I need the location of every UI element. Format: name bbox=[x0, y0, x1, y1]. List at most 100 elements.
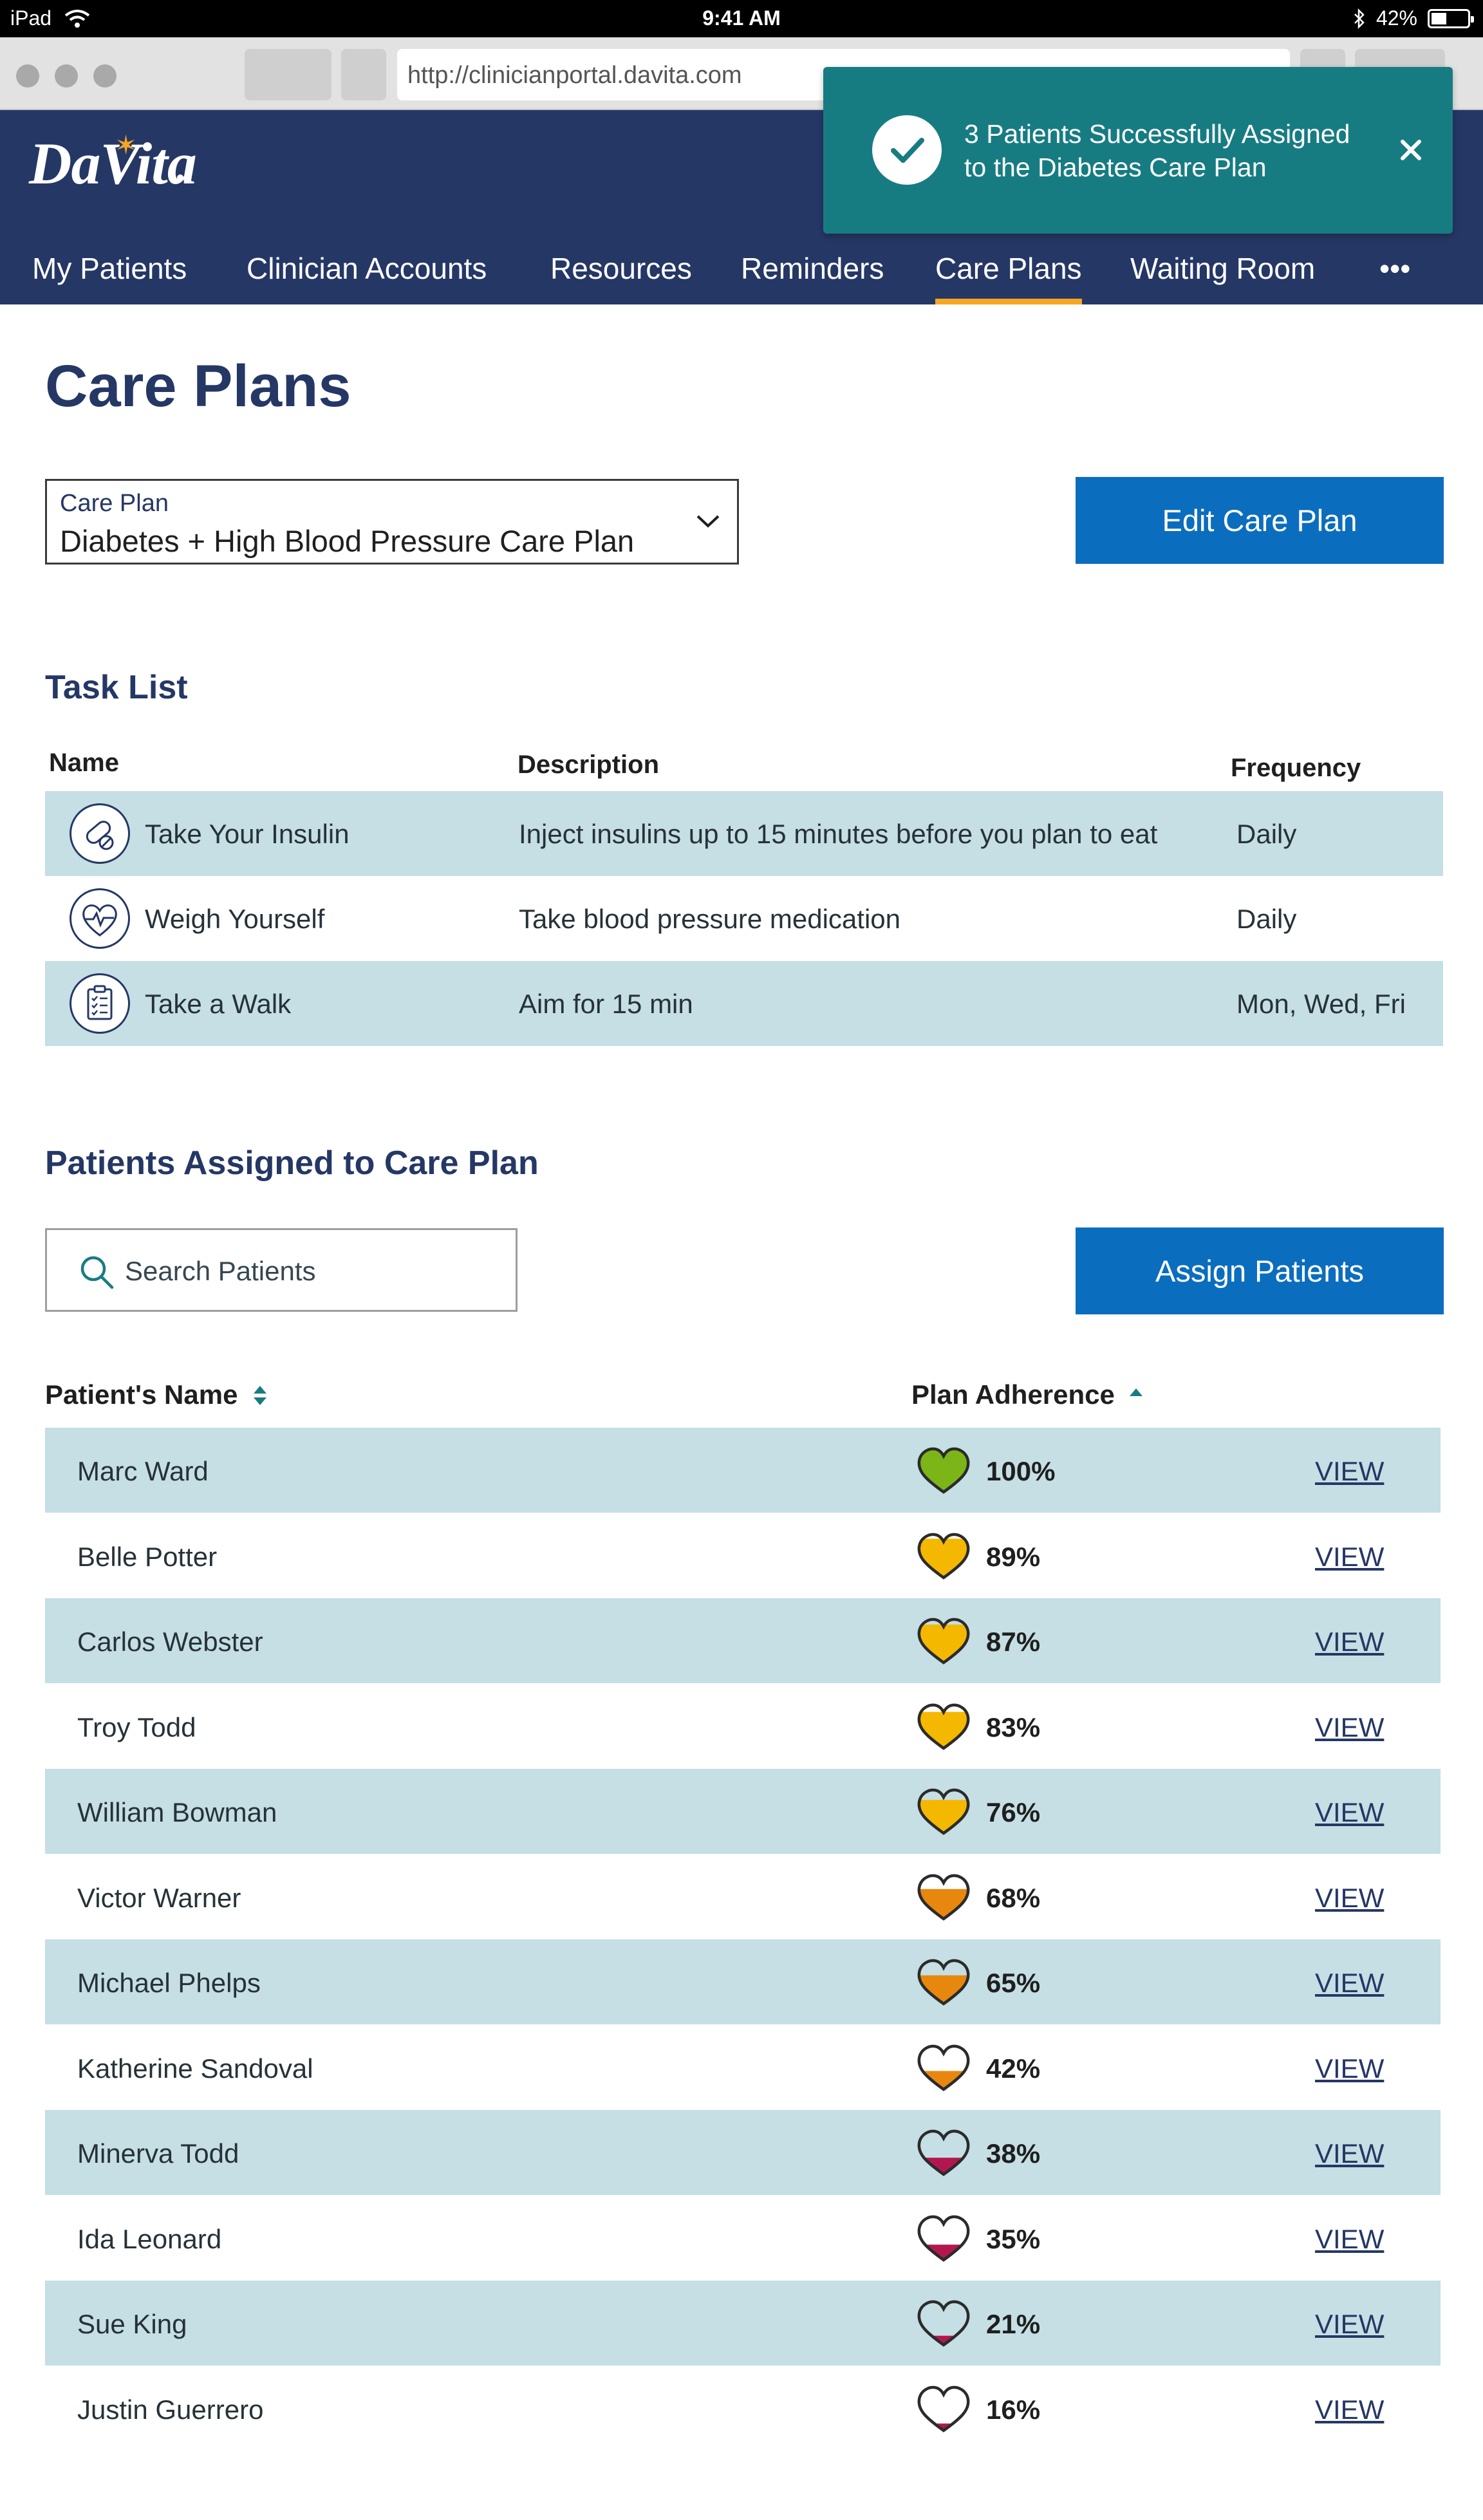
sort-icon bbox=[254, 1386, 267, 1405]
task-description: Take blood pressure medication bbox=[519, 904, 901, 934]
patient-name: Troy Todd bbox=[77, 1712, 196, 1742]
edit-care-plan-button[interactable]: Edit Care Plan bbox=[1076, 477, 1444, 564]
checkmark-icon bbox=[872, 115, 942, 185]
nav-care-plans[interactable]: Care Plans bbox=[935, 232, 1082, 304]
task-row[interactable]: Take Your Insulin Inject insulins up to … bbox=[45, 791, 1443, 876]
adherence-percent: 35% bbox=[986, 2223, 1041, 2254]
view-patient-link[interactable]: VIEW bbox=[1315, 2394, 1384, 2425]
table-row[interactable]: Carlos Webster 87% VIEW bbox=[45, 1598, 1441, 1683]
window-minimize-dot[interactable] bbox=[55, 64, 78, 88]
table-row[interactable]: Sue King 21% VIEW bbox=[45, 2281, 1441, 2366]
view-patient-link[interactable]: VIEW bbox=[1315, 1627, 1384, 1657]
table-row[interactable]: Ida Leonard 35% VIEW bbox=[45, 2196, 1441, 2281]
adherence-heart-icon bbox=[917, 2215, 970, 2262]
task-name: Weigh Yourself bbox=[145, 904, 325, 934]
adherence-percent: 83% bbox=[986, 1712, 1041, 1742]
task-description: Inject insulins up to 15 minutes before … bbox=[519, 819, 1158, 849]
adherence-heart-fill bbox=[919, 1975, 969, 2004]
patient-name: Minerva Todd bbox=[77, 2138, 239, 2169]
adherence-heart-icon bbox=[917, 1959, 970, 2006]
table-row[interactable]: William Bowman 76% VIEW bbox=[45, 1769, 1441, 1854]
adherence-percent: 38% bbox=[986, 2138, 1041, 2169]
nav-reminders[interactable]: Reminders bbox=[741, 232, 884, 304]
view-patient-link[interactable]: VIEW bbox=[1315, 2138, 1384, 2169]
view-patient-link[interactable]: VIEW bbox=[1315, 1797, 1384, 1828]
nav-my-patients[interactable]: My Patients bbox=[32, 232, 187, 304]
patient-name: Marc Ward bbox=[77, 1456, 209, 1486]
task-description: Aim for 15 min bbox=[519, 989, 693, 1019]
toast-message-line1: 3 Patients Successfully Assigned bbox=[964, 119, 1350, 149]
view-patient-link[interactable]: VIEW bbox=[1315, 2309, 1384, 2340]
table-row[interactable]: Justin Guerrero 16% VIEW bbox=[45, 2366, 1441, 2451]
adherence-heart-icon bbox=[917, 1618, 970, 1665]
status-time: 9:41 AM bbox=[702, 6, 781, 30]
nav-clinician-accounts[interactable]: Clinician Accounts bbox=[247, 232, 487, 304]
adherence-percent: 68% bbox=[986, 1882, 1041, 1913]
battery-fill bbox=[1432, 12, 1446, 24]
search-box[interactable] bbox=[45, 1228, 518, 1312]
pills-icon bbox=[70, 803, 130, 864]
search-input[interactable] bbox=[125, 1252, 498, 1291]
view-patient-link[interactable]: VIEW bbox=[1315, 2224, 1384, 2255]
adherence-percent: 42% bbox=[986, 2053, 1041, 2084]
clipboard-icon bbox=[70, 973, 130, 1034]
adherence-heart-icon bbox=[917, 2129, 970, 2176]
nav-resources[interactable]: Resources bbox=[550, 232, 692, 304]
window-zoom-dot[interactable] bbox=[93, 64, 117, 88]
patient-name-header[interactable]: Patient's Name bbox=[45, 1379, 268, 1410]
patient-name: Katherine Sandoval bbox=[77, 2053, 313, 2084]
nav-more-menu[interactable]: ••• bbox=[1379, 232, 1410, 304]
care-plan-select-value: Diabetes + High Blood Pressure Care Plan bbox=[60, 524, 635, 558]
status-right: 42% bbox=[1353, 6, 1474, 30]
table-row[interactable]: Victor Warner 68% VIEW bbox=[45, 1854, 1441, 1939]
patient-name: Justin Guerrero bbox=[77, 2394, 264, 2425]
adherence-heart-icon bbox=[917, 1788, 970, 1835]
task-col-frequency: Frequency bbox=[1231, 754, 1361, 782]
patient-name: Belle Potter bbox=[77, 1541, 218, 1572]
patients-section-title: Patients Assigned to Care Plan bbox=[45, 1144, 539, 1182]
browser-back-button[interactable] bbox=[245, 49, 331, 100]
adherence-percent: 65% bbox=[986, 1968, 1041, 1998]
view-patient-link[interactable]: VIEW bbox=[1315, 2053, 1384, 2084]
browser-forward-button[interactable] bbox=[341, 49, 386, 100]
patient-name: Victor Warner bbox=[77, 1882, 241, 1913]
table-row[interactable]: Minerva Todd 38% VIEW bbox=[45, 2110, 1441, 2195]
table-row[interactable]: Belle Potter 89% VIEW bbox=[45, 1513, 1441, 1598]
logo-dot bbox=[177, 174, 183, 181]
task-row[interactable]: Take a Walk Aim for 15 min Mon, Wed, Fri bbox=[45, 961, 1443, 1046]
patient-name: Carlos Webster bbox=[77, 1627, 263, 1657]
patient-name: Sue King bbox=[77, 2309, 187, 2339]
table-row[interactable]: Marc Ward 100% VIEW bbox=[45, 1428, 1441, 1513]
plan-adherence-header-label: Plan Adherence bbox=[911, 1379, 1115, 1410]
view-patient-link[interactable]: VIEW bbox=[1315, 1968, 1384, 1999]
nav-waiting-room[interactable]: Waiting Room bbox=[1130, 232, 1315, 304]
adherence-percent: 89% bbox=[986, 1541, 1041, 1572]
view-patient-link[interactable]: VIEW bbox=[1315, 1712, 1384, 1743]
table-row[interactable]: Michael Phelps 65% VIEW bbox=[45, 1939, 1441, 2024]
window-close-dot[interactable] bbox=[16, 64, 39, 88]
page-title: Care Plans bbox=[45, 353, 351, 419]
table-row[interactable]: Troy Todd 83% VIEW bbox=[45, 1684, 1441, 1769]
view-patient-link[interactable]: VIEW bbox=[1315, 1456, 1384, 1487]
main-nav: My Patients Clinician Accounts Resources… bbox=[0, 232, 1483, 304]
task-frequency: Daily bbox=[1236, 904, 1297, 934]
chevron-down-icon bbox=[696, 515, 720, 528]
url-text: http://clinicianportal.davita.com bbox=[407, 62, 742, 89]
assign-patients-button[interactable]: Assign Patients bbox=[1076, 1227, 1444, 1314]
view-patient-link[interactable]: VIEW bbox=[1315, 1542, 1384, 1573]
task-row[interactable]: Weigh Yourself Take blood pressure medic… bbox=[45, 876, 1443, 961]
davita-logo[interactable]: DaVita bbox=[29, 129, 197, 198]
care-plan-select[interactable]: Care Plan Diabetes + High Blood Pressure… bbox=[45, 479, 739, 565]
close-icon[interactable] bbox=[1390, 129, 1432, 171]
table-row[interactable]: Katherine Sandoval 42% VIEW bbox=[45, 2025, 1441, 2110]
view-patient-link[interactable]: VIEW bbox=[1315, 1883, 1384, 1914]
task-frequency: Daily bbox=[1236, 819, 1297, 849]
toast-message: 3 Patients Successfully Assigned to the … bbox=[964, 117, 1376, 184]
bluetooth-icon bbox=[1354, 8, 1365, 29]
adherence-heart-icon bbox=[917, 1874, 970, 1921]
adherence-heart-fill bbox=[919, 2158, 969, 2174]
patient-name: Michael Phelps bbox=[77, 1968, 261, 1998]
adherence-heart-icon bbox=[917, 1703, 970, 1750]
heart-pulse-icon bbox=[70, 888, 130, 949]
plan-adherence-header[interactable]: Plan Adherence bbox=[911, 1379, 1144, 1410]
